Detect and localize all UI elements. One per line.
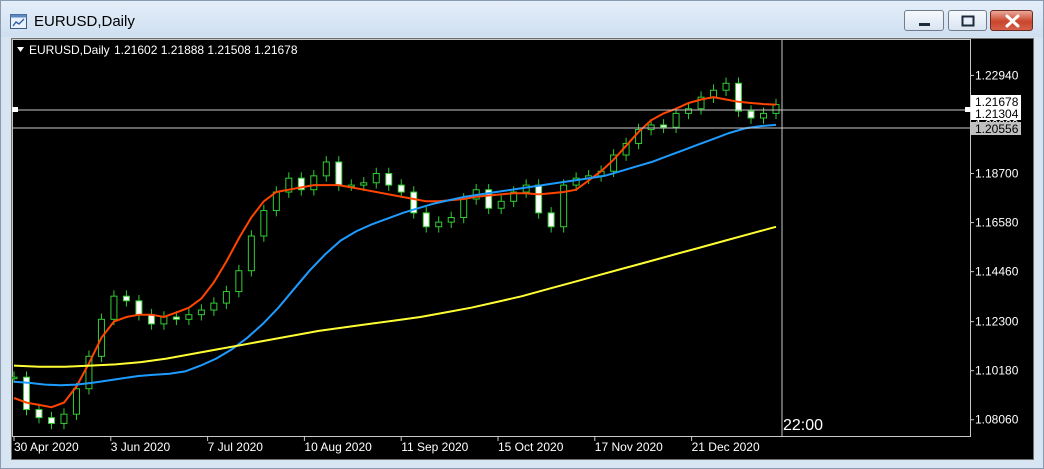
time-tick-label: 7 Jul 2020 bbox=[208, 440, 264, 454]
candle-body bbox=[460, 198, 468, 218]
chart-header-symbol: EURUSD,Daily bbox=[29, 43, 110, 57]
moving-average-line bbox=[13, 123, 777, 387]
candle-body bbox=[747, 110, 755, 119]
candle-body bbox=[122, 295, 130, 302]
close-button[interactable] bbox=[990, 10, 1033, 31]
collapse-triangle-icon[interactable] bbox=[17, 47, 24, 52]
crosshair-time-label: 22:00 bbox=[783, 417, 823, 434]
time-axis[interactable]: 30 Apr 2020 3 Jun 2020 7 Jul 2020 10 Aug 20… bbox=[13, 437, 760, 454]
chart-area[interactable]: 22:00 EURUSD,Daily 1.21602 1.21888 1.215… bbox=[11, 38, 1034, 460]
candle-body bbox=[397, 184, 405, 193]
candle-body bbox=[172, 316, 180, 320]
price-tick-label: 1.16580 bbox=[975, 216, 1019, 230]
chart-header-ohlc: 1.21602 1.21888 1.21508 1.21678 bbox=[114, 43, 298, 57]
time-tick-label: 11 Sep 2020 bbox=[401, 440, 468, 454]
candle-body bbox=[335, 161, 343, 186]
candle-body bbox=[422, 212, 430, 228]
minimize-icon bbox=[919, 23, 930, 26]
candle-body bbox=[322, 161, 330, 177]
price-tag-label: 1.20556 bbox=[975, 122, 1019, 136]
candle-body bbox=[260, 210, 268, 237]
candle-body bbox=[360, 182, 368, 186]
price-tick-label: 1.10180 bbox=[975, 364, 1019, 378]
candle-body bbox=[547, 212, 555, 228]
time-tick-label: 21 Dec 2020 bbox=[692, 440, 760, 454]
moving-average-line bbox=[13, 96, 777, 409]
time-tick-label: 30 Apr 2020 bbox=[14, 440, 79, 454]
candle-body bbox=[685, 108, 693, 114]
candle-body bbox=[710, 89, 718, 98]
price-tags: 1.216781.213041.20556 bbox=[971, 95, 1021, 136]
price-chart[interactable]: 22:00 EURUSD,Daily 1.21602 1.21888 1.215… bbox=[12, 39, 1033, 459]
candle-body bbox=[735, 82, 743, 112]
minimize-button[interactable] bbox=[904, 10, 944, 31]
time-tick-label: 15 Oct 2020 bbox=[498, 440, 564, 454]
close-icon bbox=[1005, 14, 1020, 28]
plot-frame bbox=[12, 39, 971, 437]
candle-body bbox=[185, 314, 193, 320]
candle-body bbox=[47, 417, 55, 424]
time-tick-label: 3 Jun 2020 bbox=[111, 440, 171, 454]
candle-body bbox=[12, 376, 18, 380]
price-tick-label: 1.08060 bbox=[975, 413, 1019, 427]
candle-body bbox=[660, 124, 668, 128]
price-tag-label: 1.21304 bbox=[975, 107, 1019, 121]
candle-body bbox=[372, 173, 380, 184]
candle-body bbox=[310, 175, 318, 191]
chart-window: EURUSD,Daily 22:00 EURUSD,Daily 1.21602 … bbox=[0, 0, 1044, 469]
candle-body bbox=[722, 82, 730, 91]
price-tick-label: 1.14460 bbox=[975, 265, 1019, 279]
maximize-button[interactable] bbox=[948, 10, 987, 31]
candle-body bbox=[772, 104, 780, 114]
line-handle-right[interactable] bbox=[965, 107, 971, 112]
candle-body bbox=[60, 413, 68, 424]
maximize-icon bbox=[961, 15, 975, 27]
candle-body bbox=[647, 124, 655, 131]
candle-body bbox=[385, 173, 393, 186]
title-bar[interactable]: EURUSD,Daily bbox=[1, 1, 1043, 37]
line-handle-left[interactable] bbox=[12, 107, 18, 112]
price-tick-label: 1.12300 bbox=[975, 315, 1019, 329]
candle-body bbox=[435, 221, 443, 228]
candle-body bbox=[497, 200, 505, 209]
time-tick-label: 10 Aug 2020 bbox=[304, 440, 372, 454]
price-tick-label: 1.18700 bbox=[975, 167, 1019, 181]
candle-body bbox=[672, 112, 680, 128]
candle-body bbox=[235, 270, 243, 293]
candle-body bbox=[447, 216, 455, 223]
candle-body bbox=[272, 191, 280, 212]
candle-body bbox=[222, 291, 230, 304]
candle-body bbox=[760, 112, 768, 119]
candle-body bbox=[35, 409, 43, 419]
candle-body bbox=[110, 295, 118, 320]
candle-body bbox=[72, 388, 80, 415]
candle-body bbox=[160, 316, 168, 325]
candle-body bbox=[210, 302, 218, 311]
candle-body bbox=[247, 235, 255, 272]
time-tick-label: 17 Nov 2020 bbox=[595, 440, 663, 454]
candle-body bbox=[135, 300, 143, 316]
chart-window-icon bbox=[10, 14, 27, 29]
candle-body bbox=[197, 309, 205, 316]
window-title: EURUSD,Daily bbox=[34, 13, 135, 30]
candle-body bbox=[535, 184, 543, 214]
price-tick-label: 1.22940 bbox=[975, 68, 1019, 82]
